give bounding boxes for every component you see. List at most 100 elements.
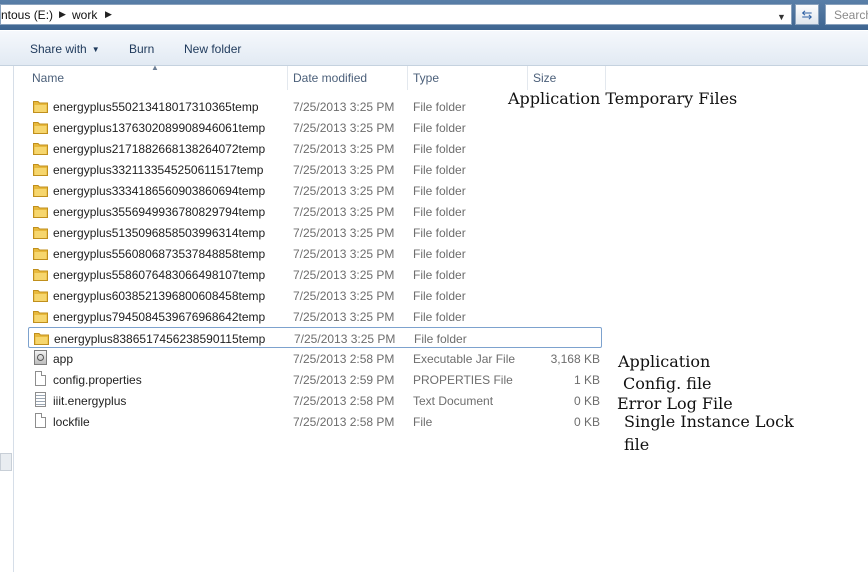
annotation-application: Application — [618, 352, 711, 371]
file-date-modified: 7/25/2013 3:25 PM — [293, 289, 395, 303]
column-type-label: Type — [413, 71, 440, 85]
file-date-modified: 7/25/2013 3:25 PM — [293, 226, 395, 240]
breadcrumb-separator-icon[interactable]: ▶ — [105, 9, 112, 20]
file-type: Text Document — [413, 394, 494, 408]
file-row[interactable]: energyplus5586076483066498107temp 7/25/20… — [28, 264, 602, 285]
file-row[interactable]: config.properties 7/25/2013 2:59 PM PROPER… — [28, 369, 602, 390]
file-size: 3,168 KB — [550, 352, 600, 366]
breadcrumb-drive[interactable]: ntous (E:) — [1, 8, 53, 22]
file-type: File folder — [413, 268, 466, 282]
file-name: energyplus1376302089908946061temp — [53, 121, 266, 135]
file-type: File folder — [413, 247, 466, 261]
folder-icon — [33, 185, 48, 197]
navigation-pane-scrollbar[interactable] — [0, 453, 12, 471]
file-name: energyplus5560806873537848858temp — [53, 247, 266, 261]
share-with-label: Share with — [30, 42, 87, 56]
file-row[interactable]: app 7/25/2013 2:58 PM Executable Jar File 3… — [28, 348, 602, 369]
file-type: PROPERTIES File — [413, 373, 513, 387]
folder-icon — [34, 333, 49, 345]
file-name: energyplus3321133545250611517temp — [53, 163, 264, 177]
file-type: File folder — [413, 100, 466, 114]
file-date-modified: 7/25/2013 3:25 PM — [293, 205, 395, 219]
folder-icon — [33, 227, 48, 239]
file-type: File folder — [413, 289, 466, 303]
file-row[interactable]: energyplus1376302089908946061temp 7/25/20… — [28, 117, 602, 138]
file-type: File folder — [414, 332, 467, 346]
column-header-type[interactable]: Type — [408, 66, 526, 90]
file-type: File folder — [413, 163, 466, 177]
burn-button[interactable]: Burn — [129, 42, 154, 56]
folder-icon — [33, 122, 48, 134]
file-row[interactable]: energyplus6038521396800608458temp 7/25/20… — [28, 285, 602, 306]
file-date-modified: 7/25/2013 2:59 PM — [293, 373, 395, 387]
file-date-modified: 7/25/2013 3:25 PM — [293, 100, 395, 114]
annotation-config: Config. file — [623, 374, 712, 393]
file-name: energyplus8386517456238590115temp — [54, 332, 266, 346]
folder-icon — [33, 206, 48, 218]
navigation-pane[interactable] — [0, 66, 14, 572]
column-header-date-modified[interactable]: Date modified — [288, 66, 406, 90]
search-input[interactable]: Search — [825, 4, 868, 25]
file-date-modified: 7/25/2013 3:25 PM — [293, 121, 395, 135]
file-row[interactable]: lockfile 7/25/2013 2:58 PM File 0 KB — [28, 411, 602, 432]
file-date-modified: 7/25/2013 2:58 PM — [293, 352, 395, 366]
file-name: energyplus5586076483066498107temp — [53, 268, 266, 282]
breadcrumb-work[interactable]: work — [72, 8, 97, 22]
folder-icon — [33, 311, 48, 323]
new-folder-button[interactable]: New folder — [184, 42, 241, 56]
file-date-modified: 7/25/2013 3:25 PM — [293, 163, 395, 177]
breadcrumb-separator-icon[interactable]: ▶ — [59, 9, 66, 20]
file-type: Executable Jar File — [413, 352, 516, 366]
file-name: energyplus5135096858503996314temp — [53, 226, 266, 240]
folder-icon — [33, 248, 48, 260]
file-name: energyplus6038521396800608458temp — [53, 289, 266, 303]
file-row[interactable]: energyplus5135096858503996314temp 7/25/20… — [28, 222, 602, 243]
address-history-dropdown-icon[interactable]: ▼ — [777, 12, 786, 22]
file-date-modified: 7/25/2013 3:25 PM — [293, 184, 395, 198]
file-date-modified: 7/25/2013 3:25 PM — [294, 332, 396, 346]
refresh-icon: ⇆ — [801, 7, 813, 22]
file-name: app — [53, 352, 74, 366]
folder-icon — [33, 290, 48, 302]
jar-file-icon — [34, 350, 47, 365]
share-with-button[interactable]: Share with ▼ — [30, 42, 100, 56]
file-date-modified: 7/25/2013 3:25 PM — [293, 142, 395, 156]
file-icon — [35, 371, 46, 386]
file-row[interactable]: energyplus7945084539676968642temp 7/25/20… — [28, 306, 602, 327]
file-size: 0 KB — [573, 394, 600, 408]
annotation-temp-files: Application Temporary Files — [508, 89, 738, 108]
address-bar-strip: ntous (E:) ▶ work ▶ ▼ ⇆ Search — [0, 0, 868, 30]
file-name: energyplus550213418017310365temp — [53, 100, 259, 114]
refresh-button[interactable]: ⇆ — [795, 4, 819, 25]
column-header-size[interactable]: Size — [528, 66, 605, 90]
file-row[interactable]: energyplus2171882668138264072temp 7/25/20… — [28, 138, 602, 159]
file-name: energyplus3556949936780829794temp — [53, 205, 266, 219]
file-date-modified: 7/25/2013 3:25 PM — [293, 310, 395, 324]
chevron-down-icon: ▼ — [91, 45, 100, 54]
folder-icon — [33, 143, 48, 155]
file-date-modified: 7/25/2013 3:25 PM — [293, 247, 395, 261]
column-divider[interactable] — [605, 66, 606, 90]
column-name-label: Name — [32, 71, 65, 85]
file-type: File folder — [413, 142, 466, 156]
search-placeholder: Search — [834, 8, 868, 22]
file-row[interactable]: energyplus3334186560903860694temp 7/25/20… — [28, 180, 602, 201]
annotation-lock-line1: Single Instance Lock — [624, 412, 794, 431]
file-name: energyplus2171882668138264072temp — [53, 142, 266, 156]
file-row[interactable]: energyplus3556949936780829794temp 7/25/20… — [28, 201, 602, 222]
folder-icon — [33, 164, 48, 176]
column-date-label: Date modified — [293, 71, 368, 85]
file-type: File folder — [413, 310, 466, 324]
file-size: 1 KB — [573, 373, 600, 387]
file-row[interactable]: energyplus3321133545250611517temp 7/25/20… — [28, 159, 602, 180]
command-bar: Share with ▼ Burn New folder — [0, 30, 868, 66]
annotation-lock-line2: file — [624, 435, 650, 454]
file-date-modified: 7/25/2013 3:25 PM — [293, 268, 395, 282]
file-name: iiit.energyplus — [53, 394, 127, 408]
file-row[interactable]: energyplus5560806873537848858temp 7/25/20… — [28, 243, 602, 264]
file-row[interactable]: energyplus8386517456238590115temp 7/25/20… — [28, 327, 602, 348]
file-icon — [35, 413, 46, 428]
address-bar[interactable]: ntous (E:) ▶ work ▶ ▼ — [0, 4, 792, 25]
file-row[interactable]: iiit.energyplus 7/25/2013 2:58 PM Text Doc… — [28, 390, 602, 411]
file-date-modified: 7/25/2013 2:58 PM — [293, 415, 395, 429]
